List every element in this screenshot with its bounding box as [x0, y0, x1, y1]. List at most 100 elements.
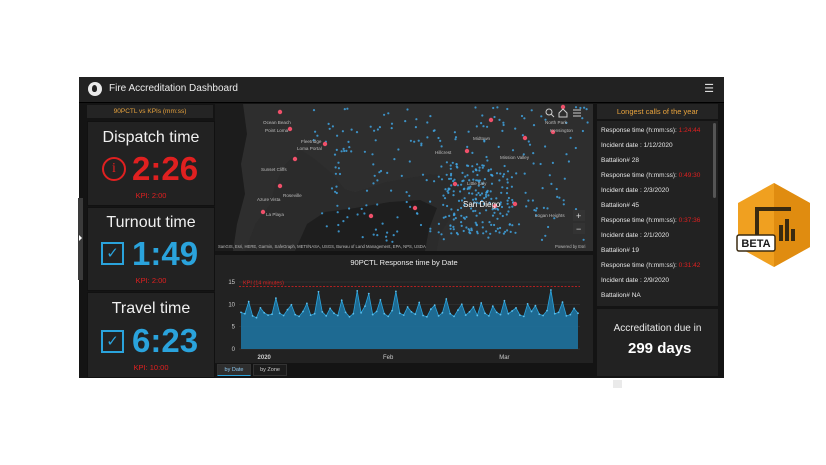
incident-dot[interactable]	[387, 112, 390, 115]
incident-dot[interactable]	[499, 172, 502, 175]
incident-dot[interactable]	[385, 239, 388, 242]
incident-dot[interactable]	[474, 209, 477, 212]
incident-dot[interactable]	[347, 140, 350, 143]
incident-dot[interactable]	[555, 187, 558, 191]
incident-dot[interactable]	[506, 229, 509, 232]
incident-dot[interactable]	[429, 200, 432, 203]
incident-dot[interactable]	[372, 233, 375, 236]
incident-dot[interactable]	[446, 204, 449, 208]
incident-dot[interactable]	[480, 122, 483, 125]
incident-dot[interactable]	[450, 208, 453, 211]
incident-dot[interactable]	[514, 127, 517, 130]
incident-dot[interactable]	[511, 198, 514, 202]
long-call-dot[interactable]	[488, 117, 494, 123]
incident-dot[interactable]	[381, 222, 384, 225]
incident-dot[interactable]	[369, 125, 372, 128]
long-call-dot[interactable]	[368, 213, 374, 219]
incident-dot[interactable]	[502, 232, 505, 235]
incident-dot[interactable]	[337, 161, 340, 164]
incident-dot[interactable]	[503, 164, 506, 168]
incident-dot[interactable]	[334, 172, 337, 175]
incident-dot[interactable]	[528, 143, 532, 146]
incident-dot[interactable]	[456, 208, 459, 212]
longest-calls-list[interactable]: Response time (h:mm:ss): 1:24:44 Incident…	[597, 121, 718, 306]
long-call-dot[interactable]	[452, 181, 458, 187]
incident-dot[interactable]	[558, 196, 561, 199]
incident-dot[interactable]	[491, 214, 495, 217]
incident-dot[interactable]	[474, 168, 477, 172]
incident-dot[interactable]	[511, 205, 514, 208]
incident-dot[interactable]	[452, 228, 455, 231]
incident-dot[interactable]	[483, 197, 486, 200]
map-canvas[interactable]: Ocean Beach Point Loma Sunset Cliffs Loma P…	[215, 104, 593, 251]
incident-dot[interactable]	[500, 205, 504, 209]
incident-dot[interactable]	[527, 199, 530, 202]
incident-dot[interactable]	[498, 179, 501, 182]
incident-dot[interactable]	[460, 206, 463, 210]
incident-dot[interactable]	[493, 211, 496, 214]
incident-dot[interactable]	[493, 115, 496, 119]
incident-dot[interactable]	[475, 125, 478, 128]
incident-dot[interactable]	[574, 208, 578, 211]
incident-dot[interactable]	[540, 238, 544, 241]
incident-dot[interactable]	[456, 184, 460, 187]
incident-dot[interactable]	[378, 126, 381, 129]
incident-dot[interactable]	[331, 125, 334, 128]
incident-dot[interactable]	[342, 147, 345, 150]
incident-dot[interactable]	[356, 213, 359, 216]
incident-dot[interactable]	[506, 187, 509, 190]
incident-dot[interactable]	[581, 117, 584, 120]
incident-dot[interactable]	[506, 170, 510, 173]
incident-dot[interactable]	[562, 199, 565, 202]
incident-dot[interactable]	[450, 172, 453, 175]
incident-dot[interactable]	[463, 187, 466, 190]
incident-dot[interactable]	[534, 209, 537, 212]
incident-dot[interactable]	[472, 210, 475, 213]
incident-dot[interactable]	[465, 215, 468, 219]
incident-dot[interactable]	[490, 182, 494, 185]
incident-dot[interactable]	[511, 224, 514, 227]
incident-dot[interactable]	[345, 149, 348, 152]
incident-dot[interactable]	[446, 190, 449, 193]
incident-dot[interactable]	[373, 174, 376, 177]
incident-dot[interactable]	[502, 173, 506, 176]
incident-dot[interactable]	[485, 230, 488, 233]
incident-dot[interactable]	[541, 187, 544, 190]
incident-dot[interactable]	[421, 173, 425, 176]
incident-dot[interactable]	[546, 207, 549, 210]
incident-dot[interactable]	[376, 179, 379, 182]
incident-dot[interactable]	[425, 179, 428, 182]
incident-dot[interactable]	[501, 214, 504, 218]
incident-dot[interactable]	[321, 212, 324, 215]
incident-dot[interactable]	[336, 134, 339, 137]
incident-dot[interactable]	[442, 194, 445, 197]
incident-dot[interactable]	[474, 106, 477, 109]
incident-dot[interactable]	[376, 203, 379, 206]
incident-dot[interactable]	[340, 150, 343, 153]
incident-dot[interactable]	[502, 123, 505, 127]
long-call-dot[interactable]	[512, 201, 518, 207]
incident-dot[interactable]	[442, 216, 445, 219]
incident-dot[interactable]	[415, 212, 419, 215]
incident-dot[interactable]	[455, 163, 458, 166]
incident-dot[interactable]	[457, 199, 461, 202]
incident-dot[interactable]	[482, 232, 485, 235]
incident-dot[interactable]	[489, 168, 493, 171]
long-call-dot[interactable]	[292, 156, 298, 162]
incident-dot[interactable]	[464, 175, 467, 178]
incident-dot[interactable]	[485, 195, 488, 198]
incident-dot[interactable]	[450, 232, 453, 235]
incident-dot[interactable]	[452, 225, 455, 228]
incident-dot[interactable]	[474, 189, 477, 192]
incident-dot[interactable]	[420, 142, 423, 145]
incident-dot[interactable]	[449, 164, 452, 167]
side-panel-toggle[interactable]	[78, 198, 83, 280]
incident-dot[interactable]	[510, 176, 513, 179]
incident-dot[interactable]	[547, 225, 550, 229]
tab-by-date[interactable]: by Date	[217, 364, 251, 376]
incident-dot[interactable]	[539, 162, 542, 166]
incident-dot[interactable]	[343, 149, 346, 153]
incident-dot[interactable]	[505, 192, 509, 195]
incident-dot[interactable]	[442, 238, 445, 241]
incident-dot[interactable]	[449, 224, 452, 227]
